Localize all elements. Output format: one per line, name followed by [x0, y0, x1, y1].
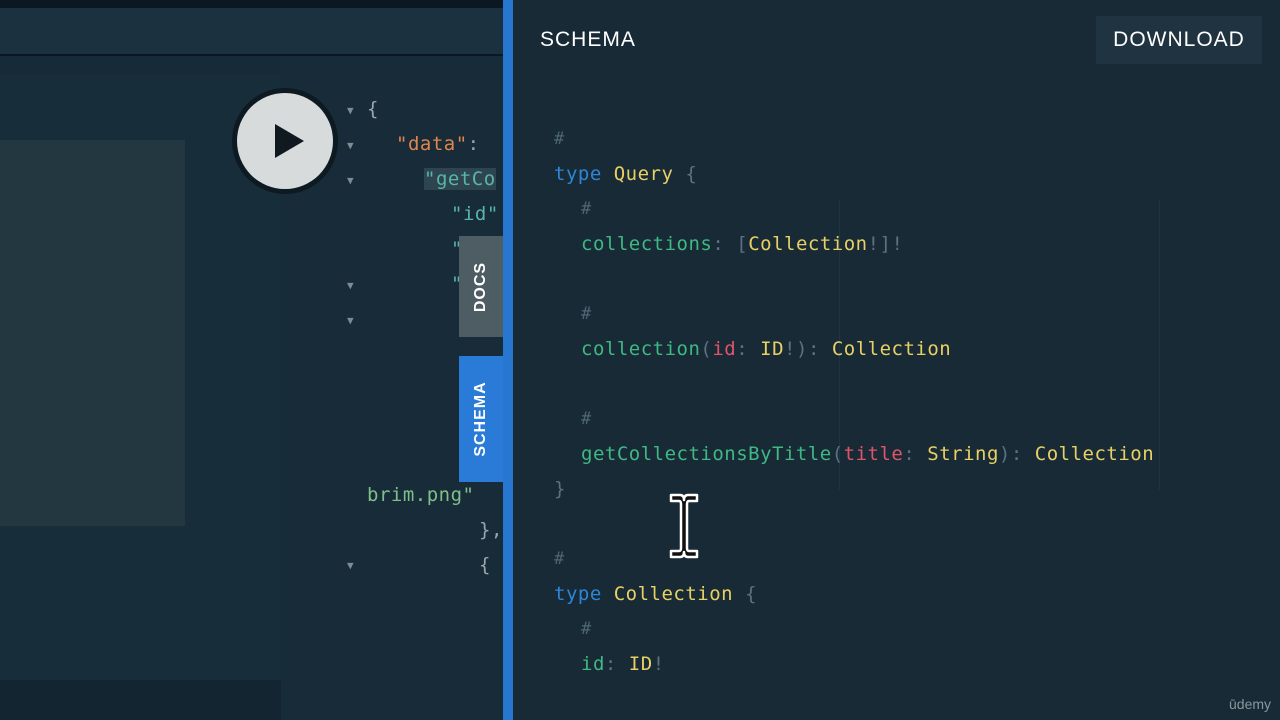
schema-type-ref: Collection [1034, 443, 1155, 465]
fold-toggle-icon[interactable]: ▼ [347, 104, 357, 117]
schema-paren: ( [831, 443, 844, 465]
schema-brace: { [745, 583, 758, 605]
schema-drawer: SCHEMA DOWNLOAD # type Query { # collect… [513, 0, 1280, 720]
fold-toggle-icon[interactable]: ▼ [347, 314, 357, 327]
result-value: brim.png" [367, 484, 475, 506]
result-line: { [479, 554, 491, 576]
schema-colon: : [807, 338, 820, 360]
schema-field-name: id [581, 653, 605, 675]
editor-overlay-panel [0, 140, 185, 526]
schema-field-name: collections [581, 233, 713, 255]
schema-comment: # [581, 304, 592, 324]
schema-comment: # [581, 409, 592, 429]
schema-type-ref: ID [760, 338, 785, 360]
schema-type-ref: Collection [748, 233, 868, 255]
result-colon: : [467, 133, 480, 155]
schema-paren: ( [700, 338, 713, 360]
fold-toggle-icon[interactable]: ▼ [347, 139, 357, 152]
schema-nonnull: ! [891, 233, 904, 255]
schema-colon: : [736, 338, 749, 360]
fold-toggle-icon[interactable]: ▼ [347, 279, 357, 292]
schema-type-declaration: type Query { [554, 162, 697, 186]
schema-field: collection(id: ID!): Collection [581, 337, 951, 361]
schema-colon: : [604, 653, 617, 675]
schema-colon: : [1010, 443, 1023, 465]
schema-comment: # [581, 199, 592, 219]
schema-field-name: getCollectionsByTitle [581, 443, 832, 465]
schema-field: getCollectionsByTitle(title: String): Co… [581, 442, 1154, 466]
result-line: "data": [396, 133, 480, 155]
tab-docs-label: DOCS [472, 261, 489, 312]
tab-schema[interactable]: SCHEMA [459, 356, 503, 482]
watermark-logo: ūdemy [1229, 696, 1272, 712]
schema-type-ref: String [927, 443, 999, 465]
schema-nonnull: ! [867, 233, 880, 255]
schema-nonnull: ! [652, 653, 665, 675]
schema-argument: title [843, 443, 904, 465]
schema-type-name: Collection [613, 583, 734, 605]
schema-bracket: ] [879, 233, 892, 255]
indent-guide [1159, 200, 1160, 490]
schema-paren: ) [795, 338, 808, 360]
schema-brace: { [685, 163, 698, 185]
play-icon [275, 124, 304, 158]
execute-query-button[interactable] [237, 93, 333, 189]
schema-brace: } [554, 478, 566, 500]
drawer-resize-handle[interactable] [503, 0, 513, 720]
schema-field: collections: [Collection!]! [581, 232, 903, 256]
schema-field: id: ID! [581, 652, 665, 676]
schema-keyword: type [554, 583, 602, 605]
schema-keyword: type [554, 163, 602, 185]
schema-colon: : [903, 443, 916, 465]
schema-comment: # [554, 129, 565, 149]
playground-pane: ▼ ▼ ▼ ▼ ▼ ▼ { "data": "getCo "id" " " br… [0, 0, 503, 720]
result-line: { [367, 98, 379, 120]
tab-schema-label: SCHEMA [472, 381, 489, 457]
tab-bar [0, 8, 503, 54]
schema-field-name: collection [581, 338, 701, 360]
schema-argument: id [712, 338, 737, 360]
schema-type-ref: Collection [831, 338, 952, 360]
fold-toggle-icon[interactable]: ▼ [347, 559, 357, 572]
schema-colon: : [712, 233, 725, 255]
download-button[interactable]: DOWNLOAD [1096, 16, 1262, 64]
schema-type-ref: ID [628, 653, 653, 675]
result-key: "id" [451, 203, 499, 225]
schema-nonnull: ! [784, 338, 796, 360]
top-strip [0, 0, 503, 8]
tab-docs[interactable]: DOCS [459, 236, 503, 337]
result-key: "getCo [424, 168, 496, 190]
schema-comment: # [554, 549, 565, 569]
schema-type-declaration: type Collection { [554, 582, 757, 606]
fold-toggle-icon[interactable]: ▼ [347, 174, 357, 187]
query-variables-bar[interactable] [0, 680, 281, 720]
schema-comment: # [581, 619, 592, 639]
schema-bracket: [ [736, 233, 749, 255]
schema-type-name: Query [613, 163, 674, 185]
text-cursor-icon [669, 493, 699, 559]
result-key: "data" [396, 133, 468, 155]
drawer-title: SCHEMA [540, 28, 636, 51]
schema-paren: ) [998, 443, 1011, 465]
result-line: }, [479, 519, 503, 541]
